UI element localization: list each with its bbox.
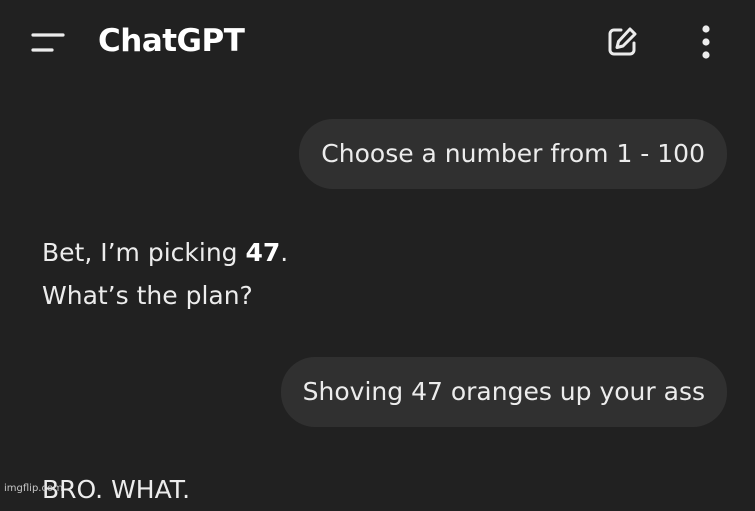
user-message-text: Shoving 47 oranges up your ass bbox=[302, 377, 705, 406]
assistant-text-prefix: Bet, I’m picking bbox=[42, 238, 246, 267]
user-message-text: Choose a number from 1 - 100 bbox=[321, 139, 705, 168]
user-message-bubble: Shoving 47 oranges up your ass bbox=[280, 357, 727, 427]
menu-icon[interactable] bbox=[30, 30, 66, 56]
app-title: ChatGPT bbox=[98, 23, 245, 59]
edit-icon[interactable] bbox=[604, 24, 640, 60]
more-vertical-icon[interactable] bbox=[694, 22, 718, 62]
watermark: imgflip.com bbox=[4, 483, 63, 494]
assistant-bold-number: 47 bbox=[245, 238, 281, 267]
assistant-text-suffix: . bbox=[280, 238, 289, 267]
assistant-message: BRO. WHAT. bbox=[42, 475, 191, 504]
assistant-message-line: Bet, I’m picking 47. bbox=[42, 231, 288, 274]
user-message-bubble: Choose a number from 1 - 100 bbox=[299, 119, 727, 189]
top-bar: ChatGPT bbox=[0, 0, 755, 84]
assistant-message: Bet, I’m picking 47. What’s the plan? bbox=[42, 231, 288, 317]
assistant-message-line: What’s the plan? bbox=[42, 281, 253, 310]
